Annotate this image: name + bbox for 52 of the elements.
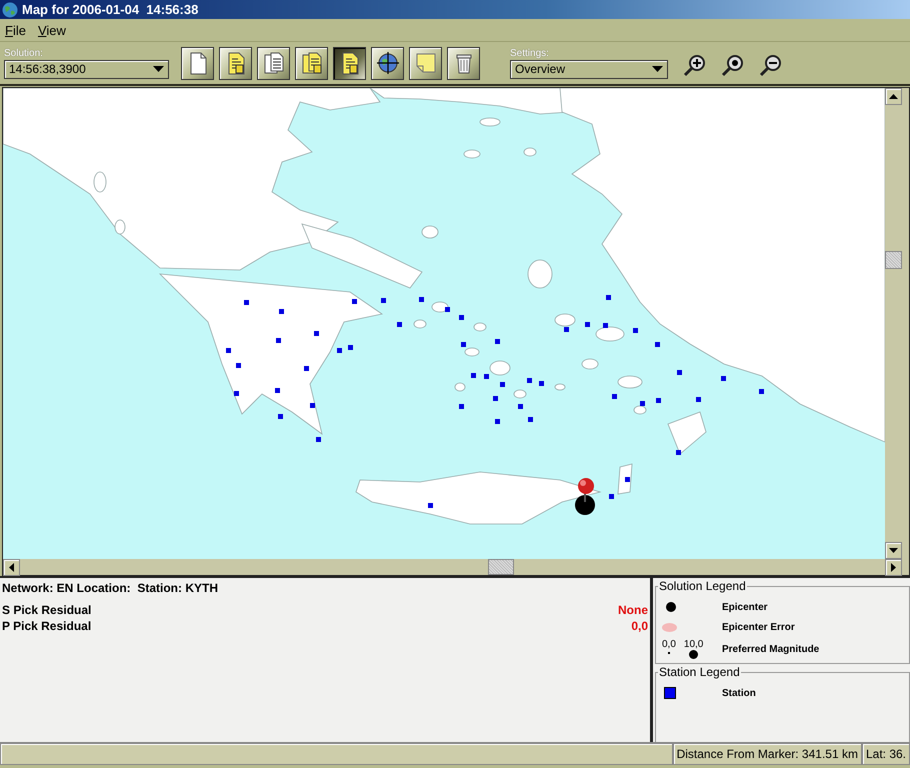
- settings-dropdown[interactable]: Overview: [510, 60, 668, 78]
- zoom-in-icon[interactable]: [682, 54, 706, 78]
- legend-title: Solution Legend: [658, 579, 747, 593]
- solution-dropdown[interactable]: 14:56:38,3900: [4, 60, 169, 78]
- tool-button[interactable]: [333, 46, 366, 80]
- crosshair-globe-icon: [376, 51, 400, 75]
- legend-label: Epicenter: [722, 602, 768, 612]
- legend-label: Station: [722, 688, 756, 698]
- left-arrow-icon[interactable]: [9, 563, 14, 572]
- zoom-reset-icon[interactable]: [720, 54, 744, 78]
- status-text: Lat: 36.: [862, 743, 910, 765]
- legend-title: Station Legend: [658, 665, 741, 679]
- right-arrow-icon[interactable]: [891, 563, 896, 572]
- magnitude-min: 0,0: [662, 639, 676, 650]
- residual-value: 0,0: [631, 619, 648, 633]
- globe-icon: [2, 2, 18, 18]
- menu-item[interactable]: View: [38, 22, 66, 38]
- up-arrow-icon[interactable]: [889, 94, 898, 99]
- tool-button[interactable]: [409, 46, 442, 80]
- zoom-out-icon[interactable]: [758, 54, 782, 78]
- solution-label: Solution:: [4, 48, 44, 58]
- tool-button[interactable]: [447, 46, 480, 80]
- large-dot-symbol: [689, 650, 698, 659]
- legend-label: Epicenter Error: [722, 622, 795, 632]
- window-title: Map for 2006-01-04 14:56:38: [22, 2, 198, 17]
- vertical-scrollbar[interactable]: [885, 88, 902, 559]
- note-icon: [414, 51, 438, 75]
- down-arrow-icon[interactable]: [889, 548, 898, 553]
- epicenter-symbol: [666, 602, 676, 612]
- menu-item[interactable]: File: [5, 22, 26, 38]
- tool-button[interactable]: [295, 46, 328, 80]
- tool-button[interactable]: [371, 46, 404, 80]
- station-info: Network: EN Location: Station: KYTH: [2, 581, 219, 595]
- horizontal-scrollbar[interactable]: [3, 559, 902, 575]
- caret-icon: [153, 66, 164, 72]
- scroll-thumb[interactable]: [488, 559, 514, 575]
- residual-label: P Pick Residual: [2, 619, 92, 633]
- caret-icon: [652, 66, 663, 72]
- reports-icon: [300, 51, 324, 75]
- settings-label: Settings:: [510, 48, 550, 58]
- status-text: Distance From Marker: 341.51 km: [672, 743, 862, 765]
- station-symbol: [664, 687, 676, 699]
- tool-button[interactable]: [219, 46, 252, 80]
- tool-button[interactable]: [257, 46, 290, 80]
- legend-label: Preferred Magnitude: [722, 644, 820, 654]
- epicenter-error-symbol: [662, 622, 677, 632]
- residual-label: S Pick Residual: [2, 603, 92, 617]
- scroll-thumb[interactable]: [885, 251, 902, 269]
- tool-button[interactable]: [181, 46, 214, 80]
- residual-value: None: [618, 603, 648, 617]
- pages-icon: [262, 51, 286, 75]
- magnitude-max: 10,0: [684, 639, 704, 650]
